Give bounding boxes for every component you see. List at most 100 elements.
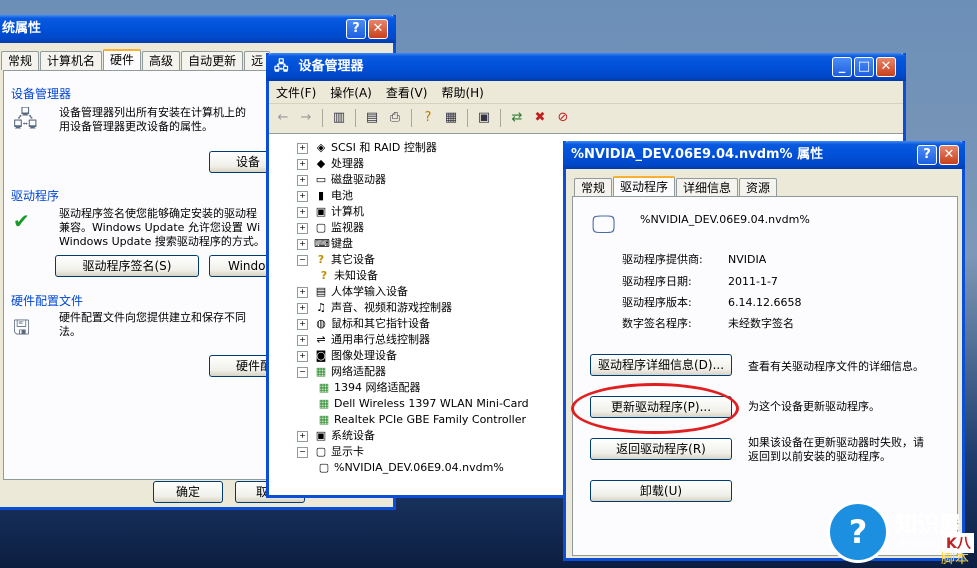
back-arrow-icon[interactable]: ←: [273, 108, 293, 128]
driver-details-button[interactable]: 驱动程序详细信息(D)...: [590, 354, 732, 376]
rollback-description-2: 返回到以前安装的驱动程序。: [748, 450, 891, 463]
uninstall-icon[interactable]: ✖: [530, 108, 550, 128]
close-button[interactable]: ✕: [368, 19, 388, 39]
disable-icon[interactable]: ⊘: [553, 108, 573, 128]
tree-node-label: 监视器: [331, 221, 364, 234]
close-button[interactable]: ✕: [939, 145, 959, 165]
expand-icon[interactable]: +: [297, 302, 308, 314]
device-name: %NVIDIA_DEV.06E9.04.nvdm%: [640, 213, 810, 226]
tree-node[interactable]: ▢ %NVIDIA_DEV.06E9.04.nvdm%: [317, 460, 504, 476]
ok-button[interactable]: 确定: [153, 481, 223, 503]
scsi-icon: ◈: [316, 141, 326, 154]
show-hide-tree-icon[interactable]: ▥: [329, 108, 349, 128]
tab-driver[interactable]: 驱动程序: [613, 176, 676, 198]
collapse-icon[interactable]: −: [297, 446, 308, 458]
expand-icon[interactable]: +: [297, 430, 308, 442]
menu-bar: 文件(F) 操作(A) 查看(V) 帮助(H): [269, 81, 903, 104]
menu-view[interactable]: 查看(V): [379, 84, 435, 101]
tree-node[interactable]: + ▣ 系统设备: [297, 428, 375, 444]
rollback-driver-button[interactable]: 返回驱动程序(R): [590, 438, 732, 460]
system-properties-titlebar[interactable]: 统属性 ? ✕: [0, 15, 396, 43]
device-manager-text-2: 用设备管理器更改设备的属性。: [59, 120, 213, 133]
expand-icon[interactable]: +: [297, 318, 308, 330]
tree-node-label: 系统设备: [331, 429, 375, 442]
driver-signing-button[interactable]: 驱动程序签名(S): [55, 255, 199, 277]
forward-arrow-icon[interactable]: →: [296, 108, 316, 128]
device-manager-window-icon: 🖧: [274, 59, 289, 74]
battery-icon: ▮: [317, 189, 325, 202]
tree-node[interactable]: ? 未知设备: [317, 268, 378, 284]
tree-node[interactable]: + ◍ 鼠标和其它指针设备: [297, 316, 430, 332]
unknown-device-icon: ?: [317, 253, 325, 266]
toolbar: ← → ▥ ▤ ⎙ ? ▦ ▣ ⇄ ✖ ⊘: [269, 104, 903, 132]
expand-icon[interactable]: +: [297, 334, 308, 346]
maximize-button[interactable]: □: [854, 57, 874, 77]
minimize-button[interactable]: _: [832, 57, 852, 77]
expand-icon[interactable]: +: [297, 158, 308, 170]
menu-action[interactable]: 操作(A): [323, 84, 379, 101]
signer-label: 数字签名程序:: [622, 317, 692, 330]
tree-node[interactable]: − ▢ 显示卡: [297, 444, 364, 460]
tree-node[interactable]: + ▣ 计算机: [297, 204, 364, 220]
expand-icon[interactable]: +: [297, 142, 308, 154]
provider-value: NVIDIA: [728, 253, 767, 266]
tree-node[interactable]: ▦ Realtek PCIe GBE Family Controller: [317, 412, 526, 428]
expand-icon[interactable]: +: [297, 174, 308, 186]
tree-node[interactable]: + ◈ SCSI 和 RAID 控制器: [297, 140, 437, 156]
toolbar-separator: [411, 109, 412, 127]
tree-node[interactable]: − ▦ 网络适配器: [297, 364, 386, 380]
cpu-icon: ◆: [316, 157, 326, 170]
tab-details[interactable]: 详细信息: [676, 178, 739, 197]
tree-node[interactable]: ▦ 1394 网络适配器: [317, 380, 421, 396]
help-button[interactable]: ?: [917, 145, 937, 165]
hid-icon: ▤: [315, 285, 327, 298]
close-button[interactable]: ✕: [876, 57, 896, 77]
collapse-icon[interactable]: −: [297, 254, 308, 266]
tab-hardware[interactable]: 硬件: [103, 49, 142, 71]
tab-auto-update[interactable]: 自动更新: [181, 51, 244, 70]
expand-icon[interactable]: +: [297, 206, 308, 218]
tree-node[interactable]: + ▢ 监视器: [297, 220, 364, 236]
monitor-icon: 🖵: [592, 210, 616, 238]
tree-node[interactable]: + ▤ 人体学输入设备: [297, 284, 408, 300]
tree-node[interactable]: + ▭ 磁盘驱动器: [297, 172, 386, 188]
expand-icon[interactable]: +: [297, 350, 308, 362]
expand-icon[interactable]: +: [297, 286, 308, 298]
menu-help[interactable]: 帮助(H): [434, 84, 490, 101]
tree-node-label: 计算机: [331, 205, 364, 218]
device-manager-titlebar[interactable]: 🖧 设备管理器 _ □ ✕: [266, 53, 906, 81]
menu-file[interactable]: 文件(F): [269, 84, 323, 101]
tree-node-label: %NVIDIA_DEV.06E9.04.nvdm%: [334, 461, 504, 474]
expand-icon[interactable]: +: [297, 190, 308, 202]
tab-general[interactable]: 常规: [574, 178, 613, 197]
console-tree-icon[interactable]: ▦: [441, 108, 461, 128]
tree-node-label: 1394 网络适配器: [334, 381, 421, 394]
tree-node[interactable]: ▦ Dell Wireless 1397 WLAN Mini-Card: [317, 396, 529, 412]
tree-node[interactable]: + ⇌ 通用串行总线控制器: [297, 332, 430, 348]
tab-advanced[interactable]: 高级: [142, 51, 181, 70]
tab-general[interactable]: 常规: [1, 51, 40, 70]
tree-node[interactable]: −? 其它设备: [297, 252, 375, 268]
help-icon[interactable]: ?: [418, 108, 438, 128]
display-icon: ▢: [315, 445, 327, 458]
expand-icon[interactable]: +: [297, 238, 308, 250]
properties-icon[interactable]: ▤: [362, 108, 382, 128]
tab-resources[interactable]: 资源: [739, 178, 778, 197]
watermark-logo-icon: ?: [827, 501, 889, 563]
tree-node[interactable]: + ♫ 声音、视频和游戏控制器: [297, 300, 452, 316]
expand-icon[interactable]: +: [297, 222, 308, 234]
print-icon[interactable]: ⎙: [385, 108, 405, 128]
collapse-icon[interactable]: −: [297, 366, 308, 378]
tree-node[interactable]: + ▮ 电池: [297, 188, 353, 204]
tree-node[interactable]: + ◆ 处理器: [297, 156, 364, 172]
driver-properties-titlebar[interactable]: %NVIDIA_DEV.06E9.04.nvdm% 属性 ? ✕: [563, 141, 965, 169]
scan-hardware-icon[interactable]: ▣: [474, 108, 494, 128]
tree-node[interactable]: + ⌨键盘: [297, 236, 353, 252]
update-driver-icon[interactable]: ⇄: [507, 108, 527, 128]
tree-node[interactable]: + ◙ 图像处理设备: [297, 348, 397, 364]
help-button[interactable]: ?: [346, 19, 366, 39]
tab-computer-name[interactable]: 计算机名: [40, 51, 103, 70]
uninstall-button[interactable]: 卸载(U): [590, 480, 732, 502]
usb-icon: ⇌: [316, 333, 326, 346]
tree-node-label: Dell Wireless 1397 WLAN Mini-Card: [334, 397, 529, 410]
